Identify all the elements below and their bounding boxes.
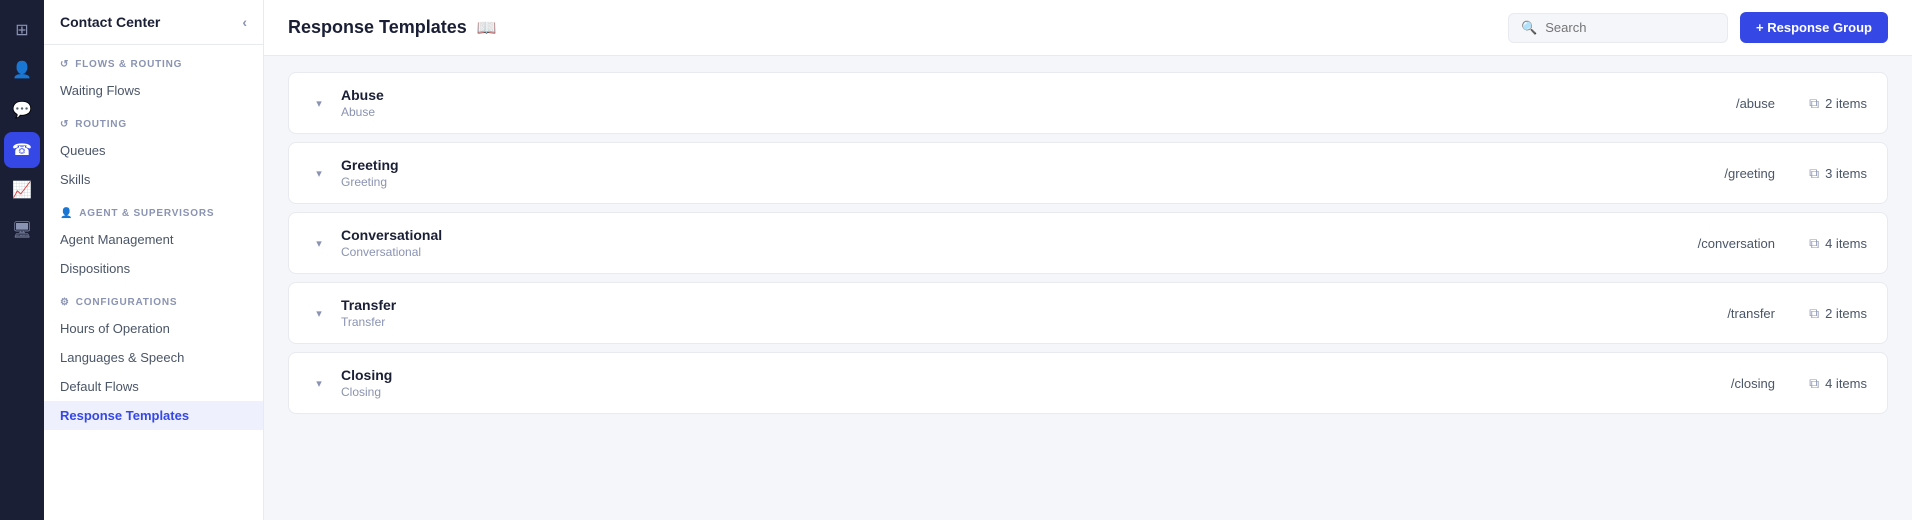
template-subtitle-abuse: Abuse (341, 105, 1583, 119)
template-subtitle-closing: Closing (341, 385, 1583, 399)
chevron-down-icon-abuse[interactable]: ▾ (309, 93, 329, 113)
template-subtitle-greeting: Greeting (341, 175, 1583, 189)
agent-supervisors-icon: 👤 (60, 208, 73, 219)
section-label-flows-routing: ↺ FLOWS & ROUTING (44, 45, 263, 76)
sidebar-title: Contact Center (60, 14, 160, 30)
template-items-conversational: ⧉ 4 items (1787, 235, 1867, 252)
sidebar: Contact Center ‹ ↺ FLOWS & ROUTING Waiti… (44, 0, 264, 520)
content-area: ▾ Abuse Abuse /abuse ⧉ 2 items ▾ Greetin… (264, 56, 1912, 520)
template-row-greeting[interactable]: ▾ Greeting Greeting /greeting ⧉ 3 items (288, 142, 1888, 204)
chevron-down-icon-conversational[interactable]: ▾ (309, 233, 329, 253)
template-info-greeting: Greeting Greeting (341, 157, 1583, 189)
template-row-conversational[interactable]: ▾ Conversational Conversational /convers… (288, 212, 1888, 274)
search-input[interactable] (1545, 20, 1715, 35)
template-name-transfer: Transfer (341, 297, 1583, 313)
main-content: Response Templates 📖 🔍 + Response Group … (264, 0, 1912, 520)
header-actions: 🔍 + Response Group (1508, 12, 1888, 43)
copy-icon-transfer: ⧉ (1809, 305, 1819, 322)
add-response-group-button[interactable]: + Response Group (1740, 12, 1888, 43)
configurations-icon: ⚙ (60, 297, 70, 308)
section-label-agent-supervisors: 👤 AGENT & SUPERVISORS (44, 194, 263, 225)
template-subtitle-conversational: Conversational (341, 245, 1583, 259)
template-row-abuse[interactable]: ▾ Abuse Abuse /abuse ⧉ 2 items (288, 72, 1888, 134)
template-path-abuse: /abuse (1595, 96, 1775, 111)
template-info-abuse: Abuse Abuse (341, 87, 1583, 119)
chevron-down-icon-transfer[interactable]: ▾ (309, 303, 329, 323)
page-title-area: Response Templates 📖 (288, 17, 497, 38)
icon-chat[interactable]: 💬 (4, 92, 40, 128)
routing-icon: ↺ (60, 119, 69, 130)
flows-routing-icon: ↺ (60, 59, 69, 70)
icon-rail: ⊞ 👤 💬 ☎ 📈 🖥 (0, 0, 44, 520)
sidebar-item-languages-speech[interactable]: Languages & Speech (44, 343, 263, 372)
sidebar-item-response-templates[interactable]: Response Templates (44, 401, 263, 430)
template-row-transfer[interactable]: ▾ Transfer Transfer /transfer ⧉ 2 items (288, 282, 1888, 344)
template-info-transfer: Transfer Transfer (341, 297, 1583, 329)
sidebar-item-skills[interactable]: Skills (44, 165, 263, 194)
section-label-routing: ↺ ROUTING (44, 105, 263, 136)
sidebar-item-dispositions[interactable]: Dispositions (44, 254, 263, 283)
copy-icon-conversational: ⧉ (1809, 235, 1819, 252)
icon-monitor[interactable]: 🖥 (4, 212, 40, 248)
copy-icon-closing: ⧉ (1809, 375, 1819, 392)
sidebar-item-waiting-flows[interactable]: Waiting Flows (44, 76, 263, 105)
template-name-closing: Closing (341, 367, 1583, 383)
template-name-abuse: Abuse (341, 87, 1583, 103)
page-header: Response Templates 📖 🔍 + Response Group (264, 0, 1912, 56)
template-row-closing[interactable]: ▾ Closing Closing /closing ⧉ 4 items (288, 352, 1888, 414)
template-items-greeting: ⧉ 3 items (1787, 165, 1867, 182)
sidebar-item-queues[interactable]: Queues (44, 136, 263, 165)
copy-icon-greeting: ⧉ (1809, 165, 1819, 182)
template-path-closing: /closing (1595, 376, 1775, 391)
chevron-down-icon-closing[interactable]: ▾ (309, 373, 329, 393)
sidebar-collapse-button[interactable]: ‹ (242, 14, 247, 30)
sidebar-header: Contact Center ‹ (44, 0, 263, 45)
icon-contacts[interactable]: 👤 (4, 52, 40, 88)
template-info-closing: Closing Closing (341, 367, 1583, 399)
search-box[interactable]: 🔍 (1508, 13, 1728, 43)
page-title: Response Templates (288, 17, 467, 38)
icon-analytics[interactable]: 📈 (4, 172, 40, 208)
sidebar-item-hours-of-operation[interactable]: Hours of Operation (44, 314, 263, 343)
template-path-greeting: /greeting (1595, 166, 1775, 181)
copy-icon-abuse: ⧉ (1809, 95, 1819, 112)
template-info-conversational: Conversational Conversational (341, 227, 1583, 259)
template-subtitle-transfer: Transfer (341, 315, 1583, 329)
template-items-closing: ⧉ 4 items (1787, 375, 1867, 392)
icon-home[interactable]: ⊞ (4, 12, 40, 48)
template-path-conversational: /conversation (1595, 236, 1775, 251)
template-name-greeting: Greeting (341, 157, 1583, 173)
section-label-configurations: ⚙ CONFIGURATIONS (44, 283, 263, 314)
sidebar-item-default-flows[interactable]: Default Flows (44, 372, 263, 401)
icon-contact-center[interactable]: ☎ (4, 132, 40, 168)
template-items-transfer: ⧉ 2 items (1787, 305, 1867, 322)
page-title-book-icon: 📖 (477, 18, 497, 38)
template-name-conversational: Conversational (341, 227, 1583, 243)
search-icon: 🔍 (1521, 20, 1537, 36)
sidebar-item-agent-management[interactable]: Agent Management (44, 225, 263, 254)
template-items-abuse: ⧉ 2 items (1787, 95, 1867, 112)
chevron-down-icon-greeting[interactable]: ▾ (309, 163, 329, 183)
template-path-transfer: /transfer (1595, 306, 1775, 321)
